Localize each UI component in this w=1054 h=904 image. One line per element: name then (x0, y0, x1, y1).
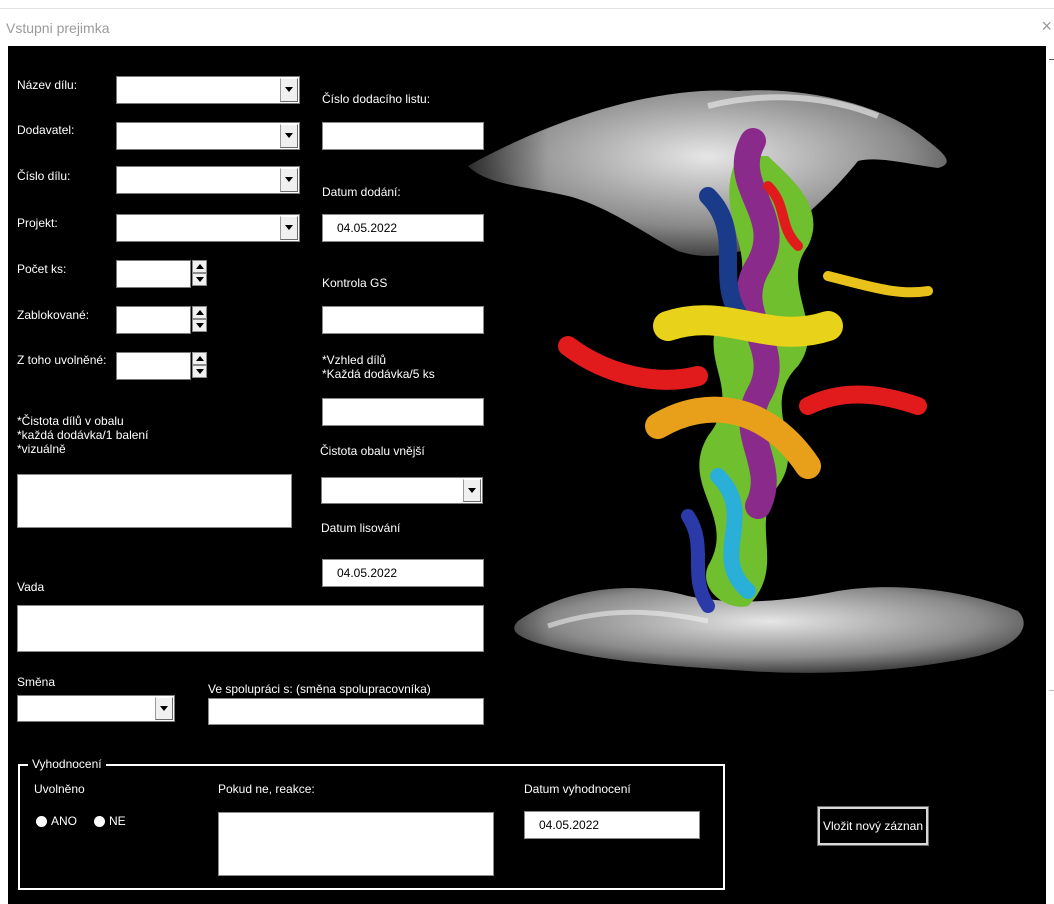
kontrola-gs-label: Kontrola GS (322, 276, 388, 290)
smena-label: Směna (17, 675, 56, 689)
datum-vyhodnoceni-textbox[interactable]: 04.05.2022 (524, 811, 700, 839)
radio-ne-label: NE (109, 814, 126, 828)
reakce-textbox[interactable] (218, 812, 494, 876)
cislo-dodaciho-listu-label: Číslo dodacího listu: (322, 92, 431, 106)
form-scroll-edge (1046, 46, 1054, 904)
radio-ano[interactable]: ANO (36, 814, 77, 828)
smena-combobox[interactable] (17, 695, 175, 722)
vada-label: Vada (17, 580, 45, 594)
radio-icon[interactable] (94, 815, 105, 827)
z-toho-uvolnene-label: Z toho uvolněné: (17, 353, 107, 367)
ve-spolupraci-label: Ve spolupráci s: (směna spolupracovníka) (208, 682, 431, 696)
reakce-label: Pokud ne, reakce: (218, 782, 315, 796)
radio-icon[interactable] (36, 815, 47, 827)
datum-dodani-textbox[interactable]: 04.05.2022 (322, 214, 484, 242)
chevron-down-icon[interactable] (280, 216, 298, 240)
chevron-down-icon[interactable] (280, 168, 298, 192)
ve-spolupraci-textbox[interactable] (208, 698, 484, 725)
vlozit-novy-zaznam-button[interactable]: Vložit nový záznan (817, 806, 929, 846)
window-titlebar: Vstupni prejimka × (0, 8, 1054, 47)
cistota-dilu-textbox[interactable] (17, 474, 292, 528)
zablokovane-label: Zablokované: (17, 308, 90, 322)
vada-textbox[interactable] (17, 605, 484, 652)
z-toho-uvolnene-input[interactable] (116, 352, 191, 380)
hands-paint-splash-image (408, 46, 1024, 706)
zablokovane-input[interactable] (116, 306, 191, 334)
datum-lisovani-label: Datum lisování (321, 521, 401, 535)
pocet-ks-input[interactable] (116, 260, 191, 288)
userform-body: Název dílu: Dodavatel: Číslo dílu: Proje… (8, 46, 1046, 904)
vyhodnoceni-frame: Vyhodnocení Uvolněno ANO NE Pokud ne, re… (18, 757, 725, 890)
nazev-dilu-combobox[interactable] (116, 76, 300, 104)
radio-ne[interactable]: NE (94, 814, 126, 828)
dodavatel-combobox[interactable] (116, 122, 300, 150)
cistota-obalu-label: Čistota obalu vnější (320, 444, 425, 458)
datum-dodani-label: Datum dodání: (322, 185, 401, 199)
datum-lisovani-textbox[interactable]: 04.05.2022 (322, 559, 484, 587)
cislo-dilu-label: Číslo dílu: (17, 169, 71, 183)
cistota-obalu-combobox[interactable] (321, 477, 483, 504)
cislo-dodaciho-listu-textbox[interactable] (322, 122, 484, 150)
chevron-down-icon[interactable] (280, 78, 298, 102)
cislo-dilu-combobox[interactable] (116, 166, 300, 194)
pocet-ks-label: Počet ks: (17, 262, 67, 276)
datum-vyhodnoceni-label: Datum vyhodnocení (524, 782, 631, 796)
window-title: Vstupni prejimka (6, 20, 110, 36)
uvolneno-label: Uvolněno (34, 782, 85, 796)
chevron-down-icon[interactable] (155, 697, 173, 720)
chevron-down-icon[interactable] (280, 124, 298, 148)
vzhled-dilu-label: *Vzhled dílů *Každá dodávka/5 ks (322, 353, 435, 381)
vyhodnoceni-legend: Vyhodnocení (28, 757, 106, 771)
dodavatel-label: Dodavatel: (17, 123, 75, 137)
close-icon[interactable]: × (1041, 17, 1052, 35)
kontrola-gs-textbox[interactable] (322, 306, 484, 334)
cistota-dilu-label: *Čistota dílů v obalu *každá dodávka/1 b… (17, 414, 149, 456)
radio-ano-label: ANO (51, 814, 78, 828)
vzhled-dilu-textbox[interactable] (322, 398, 484, 426)
nazev-dilu-label: Název dílu: (17, 78, 78, 92)
chevron-down-icon[interactable] (463, 479, 481, 502)
projekt-combobox[interactable] (116, 214, 300, 242)
projekt-label: Projekt: (17, 216, 58, 230)
